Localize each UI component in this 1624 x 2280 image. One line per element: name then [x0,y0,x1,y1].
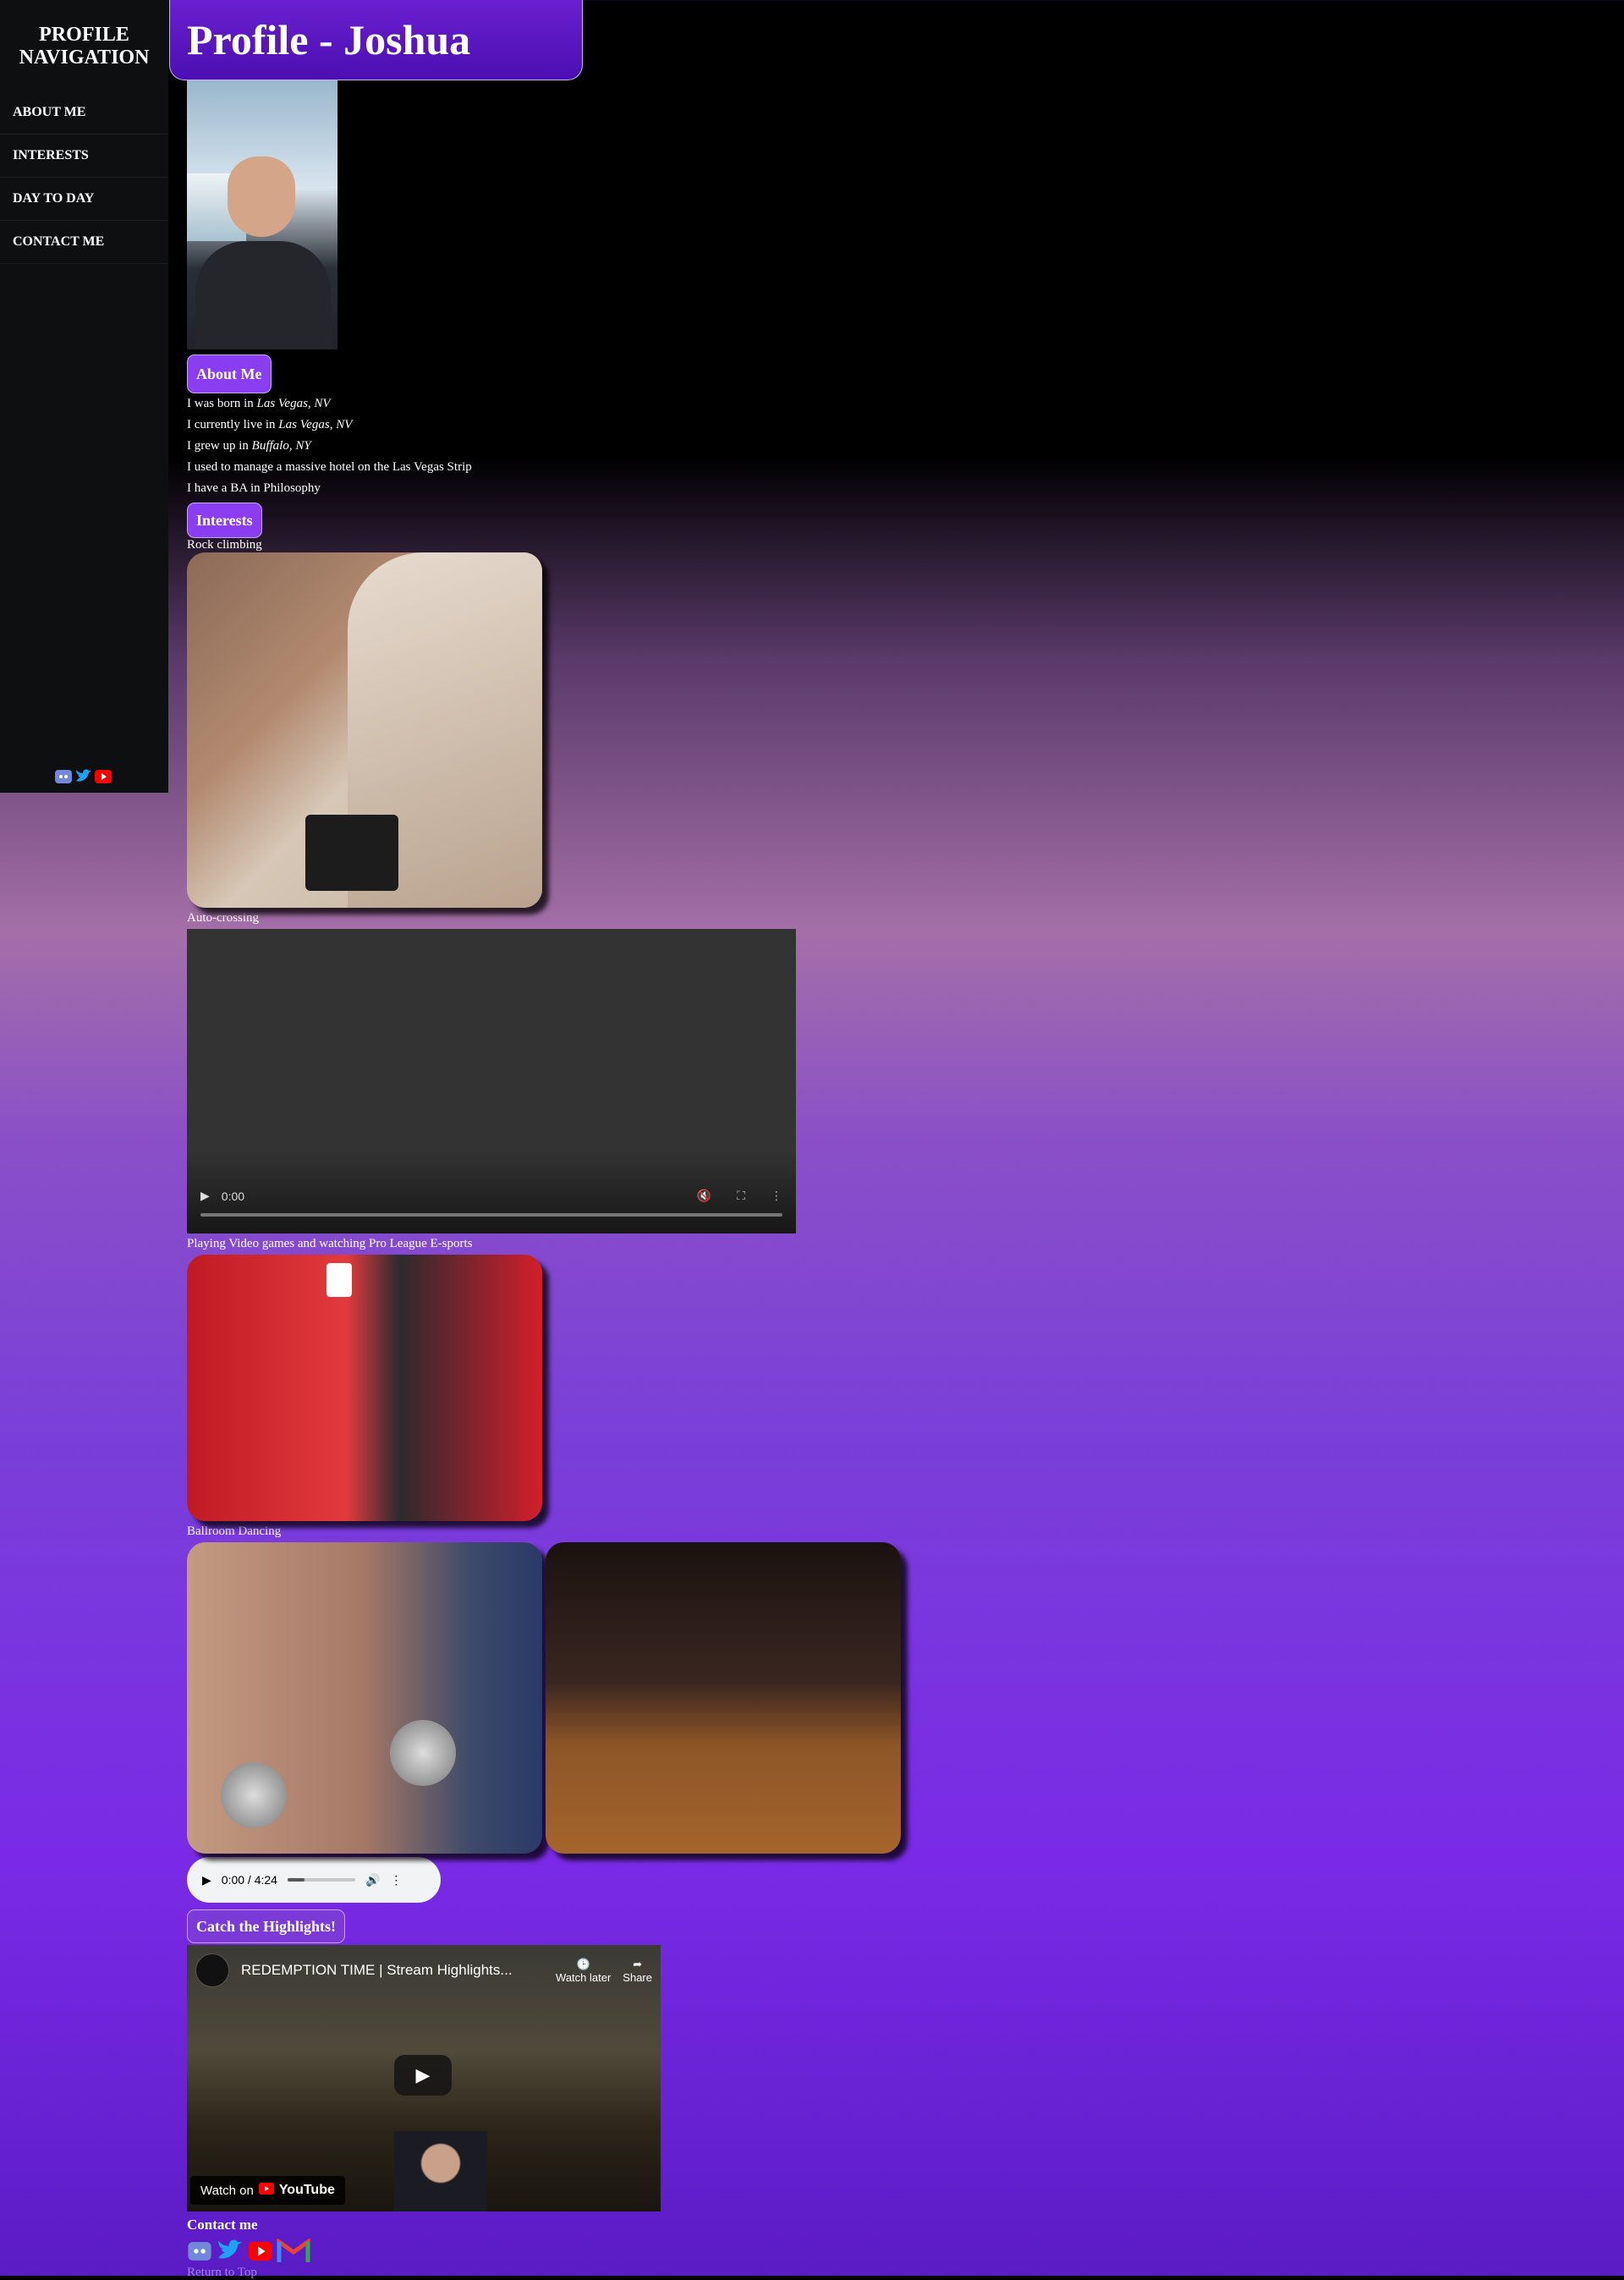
audio-more-icon[interactable]: ⋮ [390,1873,402,1887]
interests-heading: Interests [187,503,262,538]
youtube-icon[interactable] [248,2239,273,2263]
sidebar-title: PROFILE NAVIGATION [19,24,150,69]
mute-icon[interactable]: 🔇 [697,1189,711,1203]
caption-auto-crossing: Auto-crossing [187,911,259,925]
clock-icon: 🕒 [576,1957,590,1970]
contact-heading: Contact me [187,2217,258,2233]
profile-photo [187,80,337,349]
fullscreen-icon[interactable]: ⛶ [737,1189,745,1203]
video-progress-track[interactable] [200,1213,782,1217]
fact-grew: I grew up in Buffalo, NY [187,439,311,453]
photo-crash-pad [305,815,398,891]
youtube-icon[interactable] [95,768,112,785]
nav-contact-me[interactable]: CONTACT ME [0,221,168,264]
watch-later-label: Watch later [556,1970,612,1984]
page-header: Profile - Joshua Gunn [169,0,583,144]
main-content: About Me I was born in Las Vegas, NV I c… [187,80,1117,2280]
fact-born: I was born in Las Vegas, NV [187,397,331,410]
channel-avatar[interactable] [195,1953,229,1987]
discord-icon[interactable] [54,768,73,785]
youtube-topbar: REDEMPTION TIME | Stream Highlights... 🕒… [195,1953,652,1987]
caption-rock-climbing: Rock climbing [187,538,262,552]
sidebar-social-links [54,767,112,786]
video-title[interactable]: REDEMPTION TIME | Stream Highlights... [241,1962,544,1979]
video-controls-left: ▶ 0:00 [200,1189,244,1203]
audio-progress[interactable] [287,1878,355,1882]
audio-play-icon[interactable]: ▶ [202,1873,211,1887]
play-icon[interactable]: ▶ [200,1189,210,1203]
photo-logo [326,1263,352,1297]
highlights-heading: Catch the Highlights! [187,1909,346,1943]
fact-live: I currently live in Las Vegas, NV [187,418,353,431]
about-facts: I was born in Las Vegas, NV I currently … [187,393,1117,499]
gmail-icon[interactable] [277,2239,310,2264]
auto-crossing-video[interactable]: ▶ 0:00 🔇 ⛶ ⋮ [187,929,796,1233]
watch-on-label: Watch on [200,2183,254,2198]
sidebar: PROFILE NAVIGATION ABOUT ME INTERESTS DA… [0,0,168,793]
share-icon: ➦ [633,1957,643,1970]
audio-time: 0:00 / 4:24 [221,1873,277,1887]
share-label: Share [623,1970,652,1984]
volume-icon[interactable]: 🔊 [365,1873,380,1887]
about-heading: About Me [187,354,272,393]
fact-degree: I have a BA in Philosophy [187,481,321,495]
caption-video-games: Playing Video games and watching Pro Lea… [187,1237,473,1250]
youtube-play-icon[interactable]: ▶ [394,2055,452,2096]
photo-medal [221,1762,287,1828]
caption-ballroom: Ballroom Dancing [187,1525,282,1538]
nav-about-me[interactable]: ABOUT ME [0,91,168,135]
esports-photo [187,1255,542,1521]
watch-on-youtube-button[interactable]: Watch on YouTube [190,2176,345,2205]
ballroom-photos [187,1542,1117,1854]
youtube-embed[interactable]: REDEMPTION TIME | Stream Highlights... 🕒… [187,1945,661,2211]
twitter-icon[interactable] [216,2237,244,2266]
ballroom-medal-photo [187,1542,542,1854]
contact-section: Contact me Return to Top [187,2217,1117,2280]
audio-player[interactable]: ▶ 0:00 / 4:24 🔊 ⋮ [187,1857,441,1903]
video-time: 0:00 [221,1189,245,1203]
streamer-cam [394,2131,487,2211]
photo-face [228,157,295,237]
watch-later-button[interactable]: 🕒 Watch later [556,1958,611,1984]
video-controls-right: 🔇 ⛶ ⋮ [697,1189,782,1203]
ballroom-dance-photo [546,1542,901,1854]
fact-hotel: I used to manage a massive hotel on the … [187,460,472,474]
contact-links [187,2237,1117,2266]
youtube-logo-icon [258,2183,274,2198]
youtube-wordmark: YouTube [278,2183,335,2197]
photo-shirt [195,241,331,349]
share-button[interactable]: ➦ Share [623,1958,652,1984]
nav-interests[interactable]: INTERESTS [0,135,168,178]
photo-medal [390,1720,456,1786]
twitter-icon[interactable] [74,767,93,786]
discord-icon[interactable] [187,2239,212,2263]
rock-climbing-photo [187,552,542,908]
nav-day-to-day[interactable]: DAY TO DAY [0,178,168,221]
return-to-top-link[interactable]: Return to Top [187,2266,1117,2280]
sidebar-nav: ABOUT ME INTERESTS DAY TO DAY CONTACT ME [0,91,168,264]
more-options-icon[interactable]: ⋮ [771,1189,782,1203]
